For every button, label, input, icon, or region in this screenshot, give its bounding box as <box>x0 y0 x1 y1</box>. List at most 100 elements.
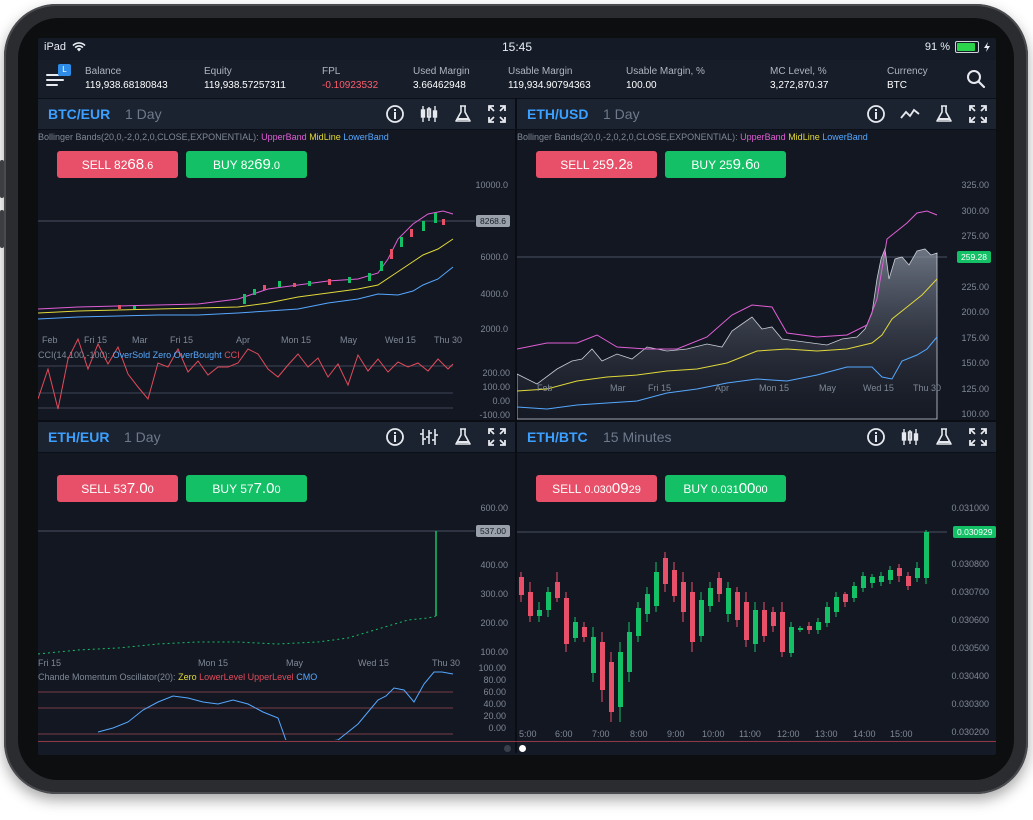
y-tick: 0.030500 <box>951 643 989 653</box>
x-tick: May <box>819 383 837 393</box>
y-tick: 0.030200 <box>951 727 989 737</box>
x-tick: Feb <box>42 335 58 345</box>
equity-stat: Equity 119,938.57257311 <box>204 66 286 91</box>
y-tick: 200.00 <box>961 307 989 317</box>
btc-eur-price-chart[interactable] <box>38 99 515 420</box>
x-tick: Thu 30 <box>913 383 942 393</box>
page-indicator[interactable] <box>504 745 526 752</box>
eth-eur-price-chart[interactable] <box>38 422 515 740</box>
legend-cci: CCI <box>224 350 240 360</box>
y-tick: 4000.0 <box>480 289 508 299</box>
sub-y-tick: 20.00 <box>483 711 506 721</box>
used-margin-label: Used Margin <box>413 66 470 77</box>
x-tick: 5:00 <box>519 729 537 739</box>
legend-overbought: OverBought <box>173 350 222 360</box>
eth-btc-candle-chart[interactable] <box>517 422 996 740</box>
fpl-value: -0.10923532 <box>322 80 379 91</box>
x-tick: 14:00 <box>853 729 876 739</box>
eth-usd-area-chart[interactable] <box>517 99 996 420</box>
x-tick: Mon 15 <box>198 658 229 668</box>
x-tick: 11:00 <box>739 729 761 739</box>
page-dot-inactive[interactable] <box>504 745 511 752</box>
used-margin-stat: Used Margin 3.66462948 <box>413 66 470 91</box>
y-tick: 6000.0 <box>480 252 508 262</box>
balance-stat: Balance 119,938.68180843 <box>85 66 168 91</box>
current-price-tag: 8268.6 <box>476 215 510 227</box>
y-tick: 150.00 <box>961 358 989 368</box>
fpl-stat: FPL -0.10923532 <box>322 66 378 91</box>
usable-margin-stat: Usable Margin 119,934.90794363 <box>508 66 591 91</box>
y-tick: 100.00 <box>480 647 508 657</box>
legend-zero: Zero <box>152 350 172 360</box>
x-tick: Mar <box>610 383 626 393</box>
cmo-params: Chande Momentum Oscillator(20): <box>38 672 176 682</box>
y-tick: 0.030800 <box>951 559 989 569</box>
cci-legend: CCI(14,100,-100): OverSold Zero OverBoug… <box>38 350 240 360</box>
volume-up-button <box>0 160 4 198</box>
x-tick: 12:00 <box>777 729 800 739</box>
sub-y-tick: 100.00 <box>482 382 510 392</box>
panel-divider-horizontal <box>38 420 996 422</box>
menu-button[interactable]: L <box>46 64 71 90</box>
chart-panel-eth-btc: ETH/BTC 15 Minutes SELL 0.0300929 BUY 0.… <box>517 422 996 740</box>
sub-y-tick: 100.00 <box>478 663 506 673</box>
current-price-tag: 537.00 <box>476 525 510 537</box>
y-tick: 0.030700 <box>951 587 989 597</box>
x-tick: May <box>286 658 304 668</box>
used-margin-value: 3.66462948 <box>413 80 466 91</box>
x-tick: Fri 15 <box>38 658 62 668</box>
sub-y-tick: 200.00 <box>482 368 510 378</box>
equity-value: 119,938.57257311 <box>204 80 286 91</box>
sub-y-tick: 60.00 <box>483 687 506 697</box>
sub-y-tick: 0.00 <box>488 723 506 733</box>
current-price-tag: 0.030929 <box>953 526 996 538</box>
cmo-legend: Chande Momentum Oscillator(20): Zero Low… <box>38 672 317 682</box>
fpl-label: FPL <box>322 66 341 77</box>
sub-y-tick: 0.00 <box>492 396 510 406</box>
y-tick: 0.031000 <box>951 503 989 513</box>
x-tick: Wed 15 <box>385 335 416 345</box>
legend-zero: Zero <box>178 672 197 682</box>
x-tick: 6:00 <box>555 729 573 739</box>
x-tick: 10:00 <box>702 729 725 739</box>
bottom-rule <box>38 741 996 742</box>
page-dot-active[interactable] <box>519 745 526 752</box>
y-tick: 325.00 <box>961 180 989 190</box>
equity-label: Equity <box>204 66 232 77</box>
app-screen: iPad 15:45 91 % L Balance 119,938.681808… <box>38 38 996 755</box>
x-tick: Apr <box>236 335 251 345</box>
y-tick: 2000.0 <box>480 324 508 334</box>
eth-btc-candles <box>519 530 929 722</box>
x-tick: Thu 30 <box>434 335 463 345</box>
y-tick: 600.00 <box>480 503 508 513</box>
y-tick: 125.00 <box>961 384 989 394</box>
x-tick: 13:00 <box>815 729 838 739</box>
x-tick: 8:00 <box>630 729 648 739</box>
legend-oversold: OverSold <box>112 350 151 360</box>
sub-y-tick: 40.00 <box>483 699 506 709</box>
menu-badge: L <box>58 64 71 76</box>
status-bar: iPad 15:45 91 % <box>38 38 996 58</box>
x-tick: Apr <box>715 383 730 393</box>
currency-stat: Currency BTC <box>887 66 928 91</box>
mc-level-value: 3,272,870.37 <box>770 80 829 91</box>
currency-label: Currency <box>887 66 928 77</box>
currency-value: BTC <box>887 80 907 91</box>
sub-y-tick: 80.00 <box>483 675 506 685</box>
y-tick: 0.030300 <box>951 699 989 709</box>
y-tick: 225.00 <box>961 282 989 292</box>
x-tick: Mar <box>132 335 148 345</box>
chart-panel-eth-eur: ETH/EUR 1 Day SELL 537.00 BUY 577.00 537… <box>38 422 515 740</box>
x-tick: Fri 15 <box>648 383 672 393</box>
chart-panel-btc-eur: BTC/EUR 1 Day Bollinger Bands(20,0,-2,0,… <box>38 99 515 420</box>
x-tick: Thu 30 <box>432 658 461 668</box>
x-tick: Mon 15 <box>281 335 312 345</box>
y-tick: 100.00 <box>961 409 989 419</box>
x-tick: Wed 15 <box>863 383 894 393</box>
usable-margin-label: Usable Margin <box>508 66 573 77</box>
cci-params: CCI(14,100,-100): <box>38 350 111 360</box>
usable-margin-pct-value: 100.00 <box>626 80 657 91</box>
panel-divider-vertical <box>515 98 517 753</box>
x-tick: Wed 15 <box>358 658 389 668</box>
search-icon[interactable] <box>966 69 986 89</box>
